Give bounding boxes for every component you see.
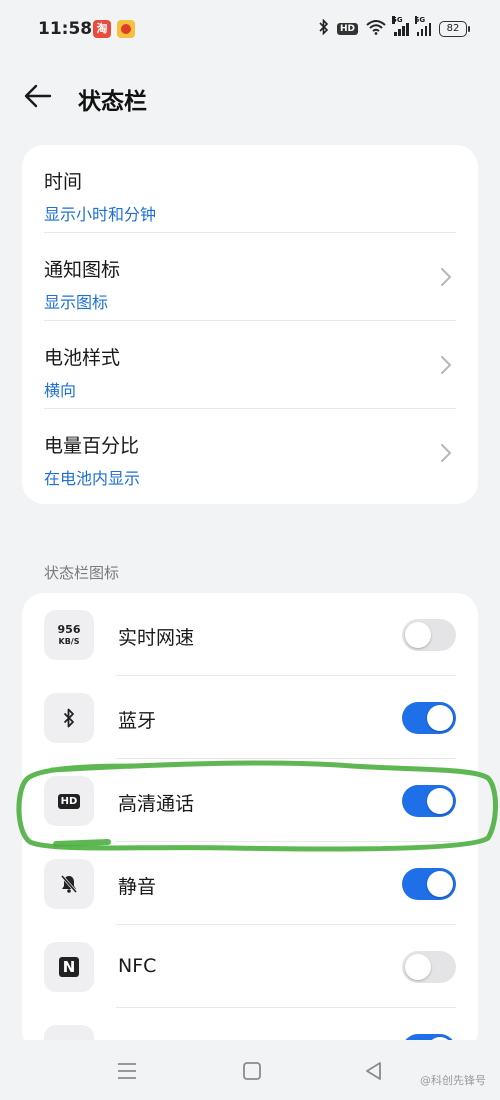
network-speed-toggle[interactable] bbox=[402, 619, 456, 651]
back-nav-icon[interactable] bbox=[362, 1060, 386, 1082]
network-speed-icon: 956 KB/S bbox=[44, 610, 94, 660]
signal-icon-sim1: 5G bbox=[392, 16, 409, 36]
setting-title: 电池样式 bbox=[44, 347, 121, 369]
hd-call-icon: HD bbox=[44, 776, 94, 826]
toggle-label: 静音 bbox=[118, 876, 157, 898]
toggle-label: NFC bbox=[118, 955, 157, 977]
status-icons-card: 956 KB/S 实时网速 蓝牙 HD 高清通话 静音 N NFC bbox=[22, 593, 478, 1053]
navigation-bar bbox=[0, 1040, 500, 1100]
menu-nav-icon[interactable] bbox=[115, 1060, 139, 1082]
nfc-icon: N bbox=[44, 942, 94, 992]
nfc-toggle[interactable] bbox=[402, 951, 456, 983]
network-speed-unit: KB/S bbox=[58, 636, 80, 646]
setting-row-battery-style[interactable]: 电池样式 横向 bbox=[22, 321, 478, 409]
battery-level: 82 bbox=[439, 21, 467, 37]
status-icons: HD 5G 5G 82 bbox=[319, 16, 470, 40]
setting-row-battery-percentage[interactable]: 电量百分比 在电池内显示 bbox=[22, 409, 478, 497]
page-title: 状态栏 bbox=[78, 89, 147, 115]
setting-value: 显示小时和分钟 bbox=[44, 205, 157, 224]
page-header: 状态栏 bbox=[0, 70, 500, 126]
chevron-right-icon bbox=[441, 356, 451, 374]
setting-title: 电量百分比 bbox=[44, 435, 140, 457]
weibo-app-icon bbox=[117, 20, 135, 38]
bluetooth-toggle[interactable] bbox=[402, 702, 456, 734]
back-arrow-icon[interactable] bbox=[22, 82, 54, 110]
toggle-row-network-speed: 956 KB/S 实时网速 bbox=[22, 593, 478, 676]
setting-value: 横向 bbox=[44, 381, 77, 400]
chevron-right-icon bbox=[441, 268, 451, 286]
watermark: @科创先锋号 bbox=[420, 1074, 486, 1087]
setting-row-notification-icons[interactable]: 通知图标 显示图标 bbox=[22, 233, 478, 321]
wifi-icon bbox=[366, 19, 386, 39]
mute-bell-icon bbox=[44, 859, 94, 909]
setting-value: 在电池内显示 bbox=[44, 469, 141, 488]
status-time: 11:58 bbox=[38, 19, 93, 39]
toggle-label: 高清通话 bbox=[118, 793, 195, 815]
setting-value: 显示图标 bbox=[44, 293, 109, 312]
home-nav-icon[interactable] bbox=[240, 1060, 264, 1082]
toggle-row-mute: 静音 bbox=[22, 842, 478, 925]
battery-icon: 82 bbox=[439, 21, 470, 37]
taobao-app-icon: 淘 bbox=[93, 20, 111, 38]
toggle-row-hd-call: HD 高清通话 bbox=[22, 759, 478, 842]
status-bar: 11:58 淘 HD 5G 5G 82 bbox=[0, 0, 500, 58]
network-speed-value: 956 bbox=[57, 622, 81, 636]
toggle-row-bluetooth: 蓝牙 bbox=[22, 676, 478, 759]
chevron-right-icon bbox=[441, 444, 451, 462]
bluetooth-status-icon bbox=[319, 18, 329, 39]
toggle-label: 蓝牙 bbox=[118, 710, 157, 732]
bluetooth-icon bbox=[44, 693, 94, 743]
toggle-row-nfc: N NFC bbox=[22, 925, 478, 1008]
hd-call-toggle[interactable] bbox=[402, 785, 456, 817]
nfc-icon-glyph: N bbox=[59, 957, 79, 977]
toggle-label: 实时网速 bbox=[118, 627, 195, 649]
setting-title: 时间 bbox=[44, 171, 83, 193]
hd-call-icon-text: HD bbox=[57, 793, 81, 809]
section-label: 状态栏图标 bbox=[44, 564, 120, 582]
setting-row-time[interactable]: 时间 显示小时和分钟 bbox=[22, 145, 478, 233]
setting-title: 通知图标 bbox=[44, 259, 121, 281]
signal-icon-sim2: 5G bbox=[414, 16, 431, 36]
mute-toggle[interactable] bbox=[402, 868, 456, 900]
settings-card: 时间 显示小时和分钟 通知图标 显示图标 电池样式 横向 电量百分比 在电池内显… bbox=[22, 145, 478, 504]
hd-status-icon: HD bbox=[336, 23, 358, 35]
